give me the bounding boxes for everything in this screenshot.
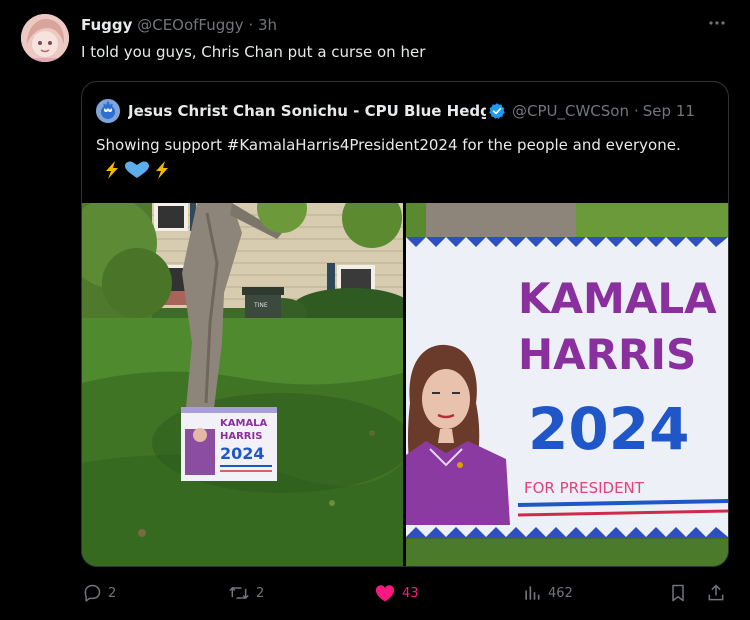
author-name[interactable]: Fuggy	[81, 16, 132, 34]
more-button[interactable]	[708, 14, 726, 37]
share-icon	[708, 584, 724, 601]
author-avatar[interactable]	[21, 14, 69, 62]
sign-line2: HARRIS	[518, 330, 696, 379]
reply-count: 2	[108, 585, 117, 601]
author-handle[interactable]: @CEOofFuggy	[137, 16, 243, 34]
views-count: 462	[548, 585, 573, 601]
small-sign-line2: HARRIS	[220, 431, 262, 442]
more-horizontal-icon	[709, 21, 725, 25]
action-bar: 2 2 43 462	[0, 583, 750, 607]
quoted-emojis	[96, 161, 172, 180]
heart-filled-icon	[375, 585, 395, 602]
quoted-text-body: Showing support #KamalaHarris4President2…	[96, 136, 681, 154]
small-sign-year: 2024	[220, 444, 265, 463]
small-sign-line1: KAMALA	[220, 418, 268, 429]
views-chart-icon	[525, 586, 540, 600]
reply-button[interactable]: 2	[82, 583, 116, 603]
photo-sign-closeup[interactable]: KAMALA HARRIS 2024 FOR PRESIDENT	[406, 203, 728, 566]
verified-badge-icon	[488, 102, 506, 120]
sign-tagline: FOR PRESIDENT	[524, 479, 645, 497]
photo-yard[interactable]: TINE KAMALA HARRIS 2024	[82, 203, 403, 566]
like-count: 43	[402, 585, 419, 601]
quoted-text: Showing support #KamalaHarris4President2…	[96, 132, 696, 184]
views-button[interactable]: 462	[522, 583, 573, 603]
post-text: I told you guys, Chris Chan put a curse …	[81, 43, 426, 61]
quoted-author-handle[interactable]: @CPU_CWCSonichu	[512, 102, 630, 120]
repost-count: 2	[256, 585, 265, 601]
post-time[interactable]: 3h	[258, 16, 277, 34]
quoted-date[interactable]: Sep 11	[643, 102, 695, 120]
quoted-header: Jesus Christ Chan Sonichu - CPU Blue Hed…	[96, 99, 695, 123]
yard-photo-image: TINE KAMALA HARRIS 2024	[82, 203, 403, 566]
like-button[interactable]: 43	[374, 583, 419, 603]
bookmark-icon	[672, 584, 684, 602]
header-separator: ·	[248, 16, 254, 34]
share-button[interactable]	[706, 583, 732, 603]
lightning-heart-lightning-icon	[106, 161, 168, 179]
quoted-author-name[interactable]: Jesus Christ Chan Sonichu - CPU Blue Hed…	[128, 102, 486, 120]
sign-year: 2024	[528, 395, 689, 463]
quoted-post[interactable]: Jesus Christ Chan Sonichu - CPU Blue Hed…	[81, 81, 729, 567]
repost-icon	[229, 586, 249, 600]
reply-icon	[84, 584, 101, 602]
quoted-avatar-image	[96, 99, 120, 123]
post-header: Fuggy @CEOofFuggy · 3h	[81, 16, 277, 34]
quoted-avatar[interactable]	[96, 99, 120, 123]
avatar-image	[21, 14, 69, 62]
quoted-separator: ·	[634, 102, 639, 120]
repost-button[interactable]: 2	[228, 583, 264, 603]
sign-line1: KAMALA	[518, 274, 717, 323]
bookmark-button[interactable]	[668, 583, 694, 603]
trash-can-label: TINE	[253, 302, 268, 309]
sign-closeup-image: KAMALA HARRIS 2024 FOR PRESIDENT	[406, 203, 728, 566]
